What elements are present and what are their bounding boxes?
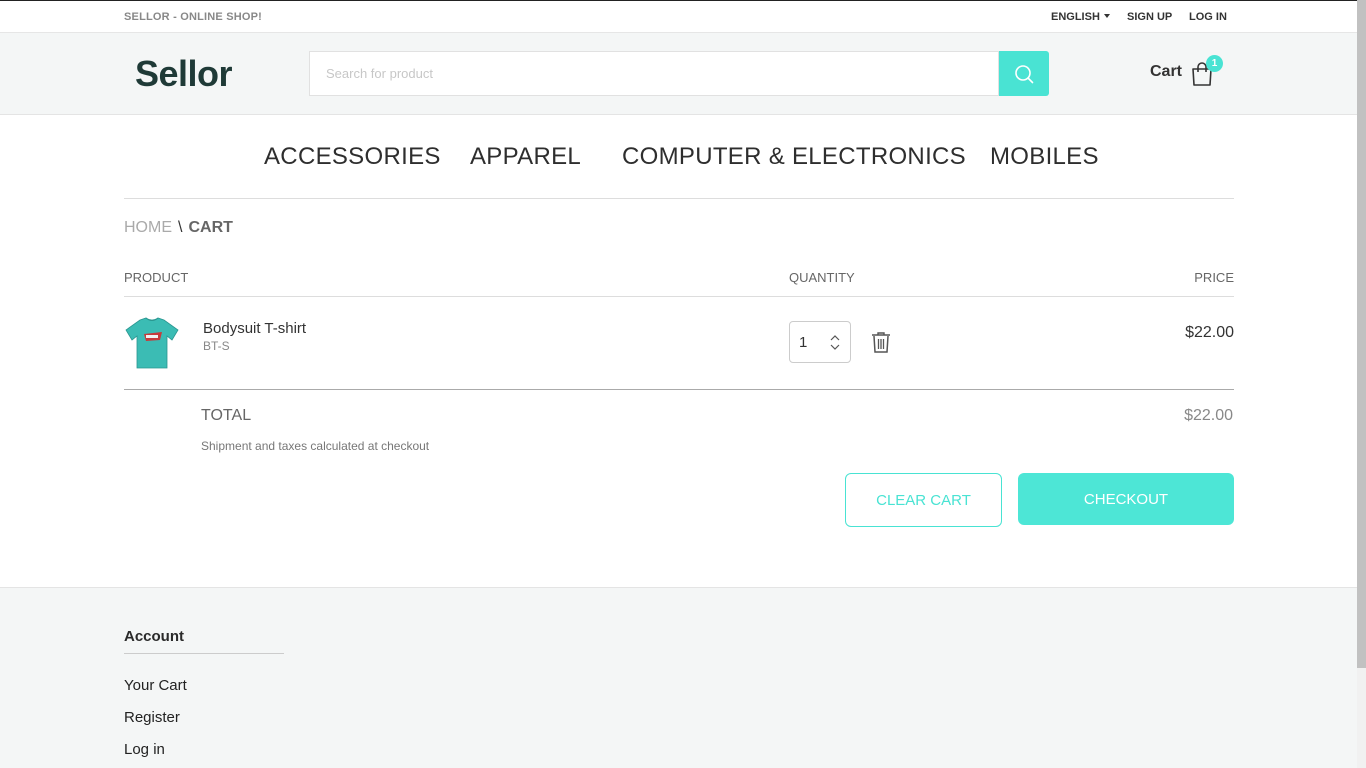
total-value: $22.00 — [1184, 407, 1233, 424]
site-header: Sellor Cart 1 — [0, 33, 1357, 115]
page: SELLOR - ONLINE SHOP! ENGLISH SIGN UP LO… — [0, 0, 1357, 768]
breadcrumb: HOME \ CART — [124, 219, 233, 237]
search-bar — [309, 51, 1049, 97]
site-tagline: SELLOR - ONLINE SHOP! — [124, 11, 263, 23]
total-label: TOTAL — [201, 407, 252, 424]
top-bar: SELLOR - ONLINE SHOP! ENGLISH SIGN UP LO… — [0, 0, 1357, 33]
footer-heading-account: Account — [124, 628, 184, 645]
divider — [124, 653, 284, 654]
search-button[interactable] — [999, 51, 1049, 96]
product-thumbnail[interactable] — [124, 316, 180, 370]
item-price: $22.00 — [1185, 324, 1234, 341]
trash-icon[interactable] — [871, 331, 891, 353]
category-nav: ACCESSORIES APPAREL COMPUTER & ELECTRONI… — [124, 115, 1234, 199]
quantity-value[interactable]: 1 — [799, 334, 807, 351]
footer-link-log-in[interactable]: Log in — [124, 741, 165, 758]
language-label: ENGLISH — [1051, 11, 1100, 23]
column-header-product: PRODUCT — [124, 270, 189, 285]
logo[interactable]: Sellor — [135, 53, 233, 95]
login-link[interactable]: LOG IN — [1189, 11, 1227, 23]
caret-down-icon — [1103, 14, 1110, 18]
footer-link-your-cart[interactable]: Your Cart — [124, 677, 187, 694]
checkout-button[interactable]: CHECKOUT — [1018, 473, 1234, 525]
site-footer: Account Your Cart Register Log in — [0, 587, 1357, 768]
breadcrumb-separator: \ — [178, 219, 183, 236]
breadcrumb-current: CART — [188, 219, 233, 236]
scrollbar-thumb[interactable] — [1357, 0, 1366, 668]
item-name[interactable]: Bodysuit T-shirt — [203, 320, 306, 337]
vertical-scrollbar[interactable] — [1357, 0, 1366, 768]
cart-count-badge: 1 — [1206, 55, 1223, 72]
quantity-stepper[interactable]: 1 — [789, 321, 851, 363]
search-icon — [1015, 64, 1034, 83]
chevron-up-icon[interactable] — [829, 334, 841, 342]
column-header-price: PRICE — [1194, 270, 1234, 285]
category-apparel[interactable]: APPAREL — [470, 143, 581, 171]
shipping-note: Shipment and taxes calculated at checkou… — [201, 439, 430, 453]
divider — [124, 389, 1234, 390]
category-mobiles[interactable]: MOBILES — [990, 143, 1099, 171]
clear-cart-button[interactable]: CLEAR CART — [845, 473, 1002, 527]
breadcrumb-home[interactable]: HOME — [124, 219, 172, 236]
divider — [124, 296, 1234, 297]
item-sku: BT-S — [203, 339, 230, 353]
column-header-quantity: QUANTITY — [789, 270, 855, 285]
search-input[interactable] — [309, 51, 999, 96]
category-accessories[interactable]: ACCESSORIES — [264, 143, 441, 171]
cart-link[interactable]: Cart — [1150, 63, 1182, 81]
category-computer-electronics[interactable]: COMPUTER & ELECTRONICS — [622, 143, 966, 171]
language-selector[interactable]: ENGLISH — [1051, 11, 1110, 23]
signup-link[interactable]: SIGN UP — [1127, 11, 1172, 23]
chevron-down-icon[interactable] — [829, 343, 841, 351]
footer-link-register[interactable]: Register — [124, 709, 180, 726]
